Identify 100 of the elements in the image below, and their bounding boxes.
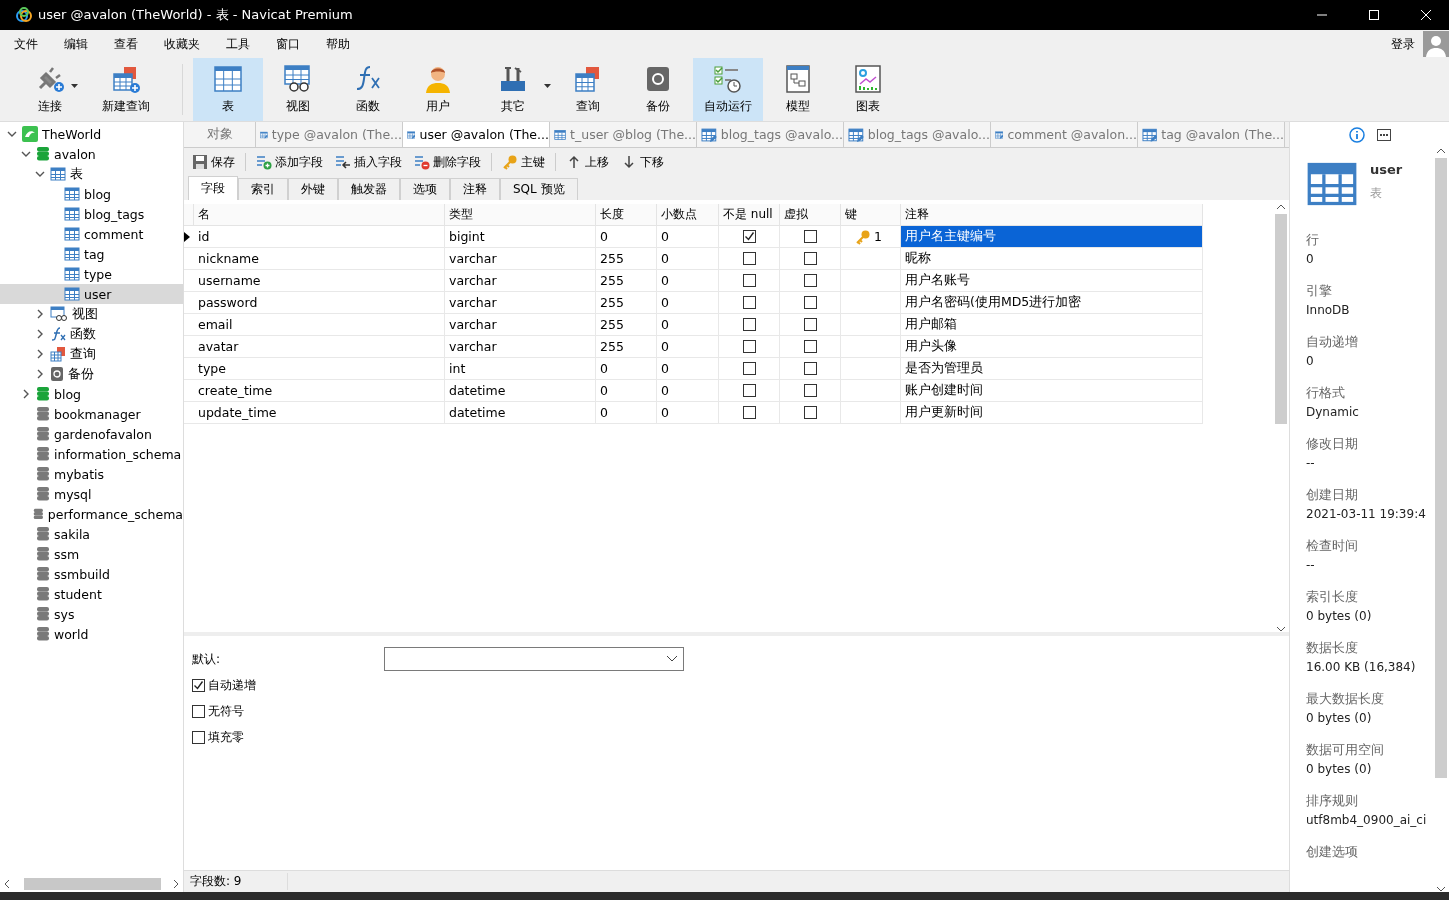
ddl-icon[interactable] — [1376, 129, 1391, 141]
tree-item[interactable]: 备份 — [0, 364, 183, 384]
tab[interactable]: 选项 — [400, 178, 450, 200]
menu-item[interactable]: 窗口 — [276, 35, 300, 53]
tree-item[interactable]: tag — [0, 244, 183, 264]
checkbox[interactable] — [742, 252, 756, 265]
tab[interactable]: 触发器 — [338, 178, 400, 200]
avatar-icon[interactable] — [1423, 31, 1449, 57]
scroll-up-icon[interactable] — [1437, 148, 1445, 154]
tree-item[interactable]: 查询 — [0, 344, 183, 364]
toolbar-button[interactable]: 删除字段 — [412, 151, 483, 173]
scroll-right-icon[interactable] — [173, 880, 179, 888]
checkbox[interactable] — [803, 296, 817, 309]
tree-item[interactable]: student — [0, 584, 183, 604]
menu-item[interactable]: 工具 — [226, 35, 250, 53]
toolbar-button[interactable]: 添加字段 — [254, 151, 325, 173]
tree-item[interactable]: bookmanager — [0, 404, 183, 424]
tree-item[interactable]: avalon — [0, 144, 183, 164]
menu-item[interactable]: 文件 — [14, 35, 38, 53]
document-tab[interactable]: t_user @blog (The... — [550, 122, 697, 147]
tree-item[interactable]: comment — [0, 224, 183, 244]
scrollbar-thumb[interactable] — [1435, 158, 1447, 778]
toolbar-button[interactable]: 函数 — [333, 58, 403, 121]
checkbox[interactable] — [803, 406, 817, 419]
scroll-left-icon[interactable] — [4, 880, 10, 888]
tab[interactable]: 注释 — [450, 178, 500, 200]
tree-item[interactable]: sakila — [0, 524, 183, 544]
checkbox[interactable] — [803, 362, 817, 375]
toolbar-button[interactable]: 新建查询 — [80, 58, 172, 121]
menu-item[interactable]: 帮助 — [326, 35, 350, 53]
tab[interactable]: SQL 预览 — [500, 178, 578, 200]
checkbox[interactable] — [742, 230, 756, 243]
document-tab[interactable]: type @avalon (The... — [256, 122, 403, 147]
document-tab[interactable]: blog_tags @avalo... — [844, 122, 991, 147]
checkbox[interactable] — [192, 678, 205, 692]
checkbox[interactable] — [742, 362, 756, 375]
checkbox[interactable] — [742, 318, 756, 331]
toolbar-button[interactable]: 主键 — [500, 151, 547, 173]
toolbar-button[interactable]: 视图 — [263, 58, 333, 121]
caret-icon[interactable] — [71, 84, 78, 88]
toolbar-button[interactable]: 查询 — [553, 58, 623, 121]
tree-item[interactable]: mysql — [0, 484, 183, 504]
scroll-down-icon[interactable] — [1437, 886, 1445, 892]
checkbox[interactable] — [803, 274, 817, 287]
tab[interactable]: 字段 — [188, 176, 238, 200]
tree-item[interactable]: ssm — [0, 544, 183, 564]
scrollbar-thumb[interactable] — [1275, 214, 1287, 424]
scrollbar-thumb[interactable] — [24, 878, 161, 890]
menu-item[interactable]: 编辑 — [64, 35, 88, 53]
checkbox[interactable] — [742, 384, 756, 397]
toolbar-button[interactable]: 自动运行 — [693, 58, 763, 121]
checkbox[interactable] — [742, 296, 756, 309]
tree-item[interactable]: ssmbuild — [0, 564, 183, 584]
scroll-up-icon[interactable] — [1277, 204, 1285, 210]
tree-item[interactable]: blog — [0, 384, 183, 404]
toolbar-button[interactable]: 备份 — [623, 58, 693, 121]
tree-item[interactable]: type — [0, 264, 183, 284]
toolbar-button[interactable]: 其它 — [473, 58, 553, 121]
checkbox[interactable] — [192, 704, 205, 718]
toolbar-button[interactable]: 上移 — [564, 151, 611, 173]
tree-item[interactable]: information_schema — [0, 444, 183, 464]
document-tab[interactable]: blog_tags @avalo... — [697, 122, 844, 147]
tree-item[interactable]: TheWorld — [0, 124, 183, 144]
tree-item[interactable]: 表 — [0, 164, 183, 184]
tree-item[interactable]: user — [0, 284, 183, 304]
checkbox[interactable] — [742, 274, 756, 287]
toolbar-button[interactable]: 下移 — [619, 151, 666, 173]
checkbox[interactable] — [803, 340, 817, 353]
login-link[interactable]: 登录 — [1391, 35, 1415, 53]
toolbar-button[interactable]: 保存 — [190, 151, 237, 173]
checkbox[interactable] — [742, 406, 756, 419]
tab[interactable]: 外键 — [288, 178, 338, 200]
tree-item[interactable]: mybatis — [0, 464, 183, 484]
toolbar-button[interactable]: 模型 — [763, 58, 833, 121]
checkbox[interactable] — [803, 252, 817, 265]
menu-item[interactable]: 查看 — [114, 35, 138, 53]
checkbox[interactable] — [192, 730, 205, 744]
toolbar-button[interactable]: 表 — [193, 58, 263, 121]
default-dropdown[interactable] — [384, 647, 684, 671]
scroll-down-icon[interactable] — [1277, 626, 1285, 632]
menu-item[interactable]: 收藏夹 — [164, 35, 200, 53]
tree-item[interactable]: 函数 — [0, 324, 183, 344]
toolbar-button[interactable]: 用户 — [403, 58, 473, 121]
checkbox[interactable] — [742, 340, 756, 353]
info-icon[interactable] — [1348, 127, 1365, 143]
tree-item[interactable]: gardenofavalon — [0, 424, 183, 444]
tree-item[interactable]: blog_tags — [0, 204, 183, 224]
tab[interactable]: 索引 — [238, 178, 288, 200]
tree-item[interactable]: performance_schema — [0, 504, 183, 524]
document-tab[interactable]: user @avalon (The... — [403, 122, 550, 147]
toolbar-button[interactable]: 图表 — [833, 58, 903, 121]
tree-item[interactable]: sys — [0, 604, 183, 624]
caret-icon[interactable] — [544, 84, 551, 88]
tree-item[interactable]: 视图 — [0, 304, 183, 324]
checkbox[interactable] — [803, 318, 817, 331]
tree-item[interactable]: world — [0, 624, 183, 644]
document-tab[interactable]: 对象 — [184, 122, 256, 147]
document-tab[interactable]: comment @avalon... — [991, 122, 1138, 147]
checkbox[interactable] — [803, 230, 817, 243]
document-tab[interactable]: tag @avalon (The... — [1138, 122, 1285, 147]
